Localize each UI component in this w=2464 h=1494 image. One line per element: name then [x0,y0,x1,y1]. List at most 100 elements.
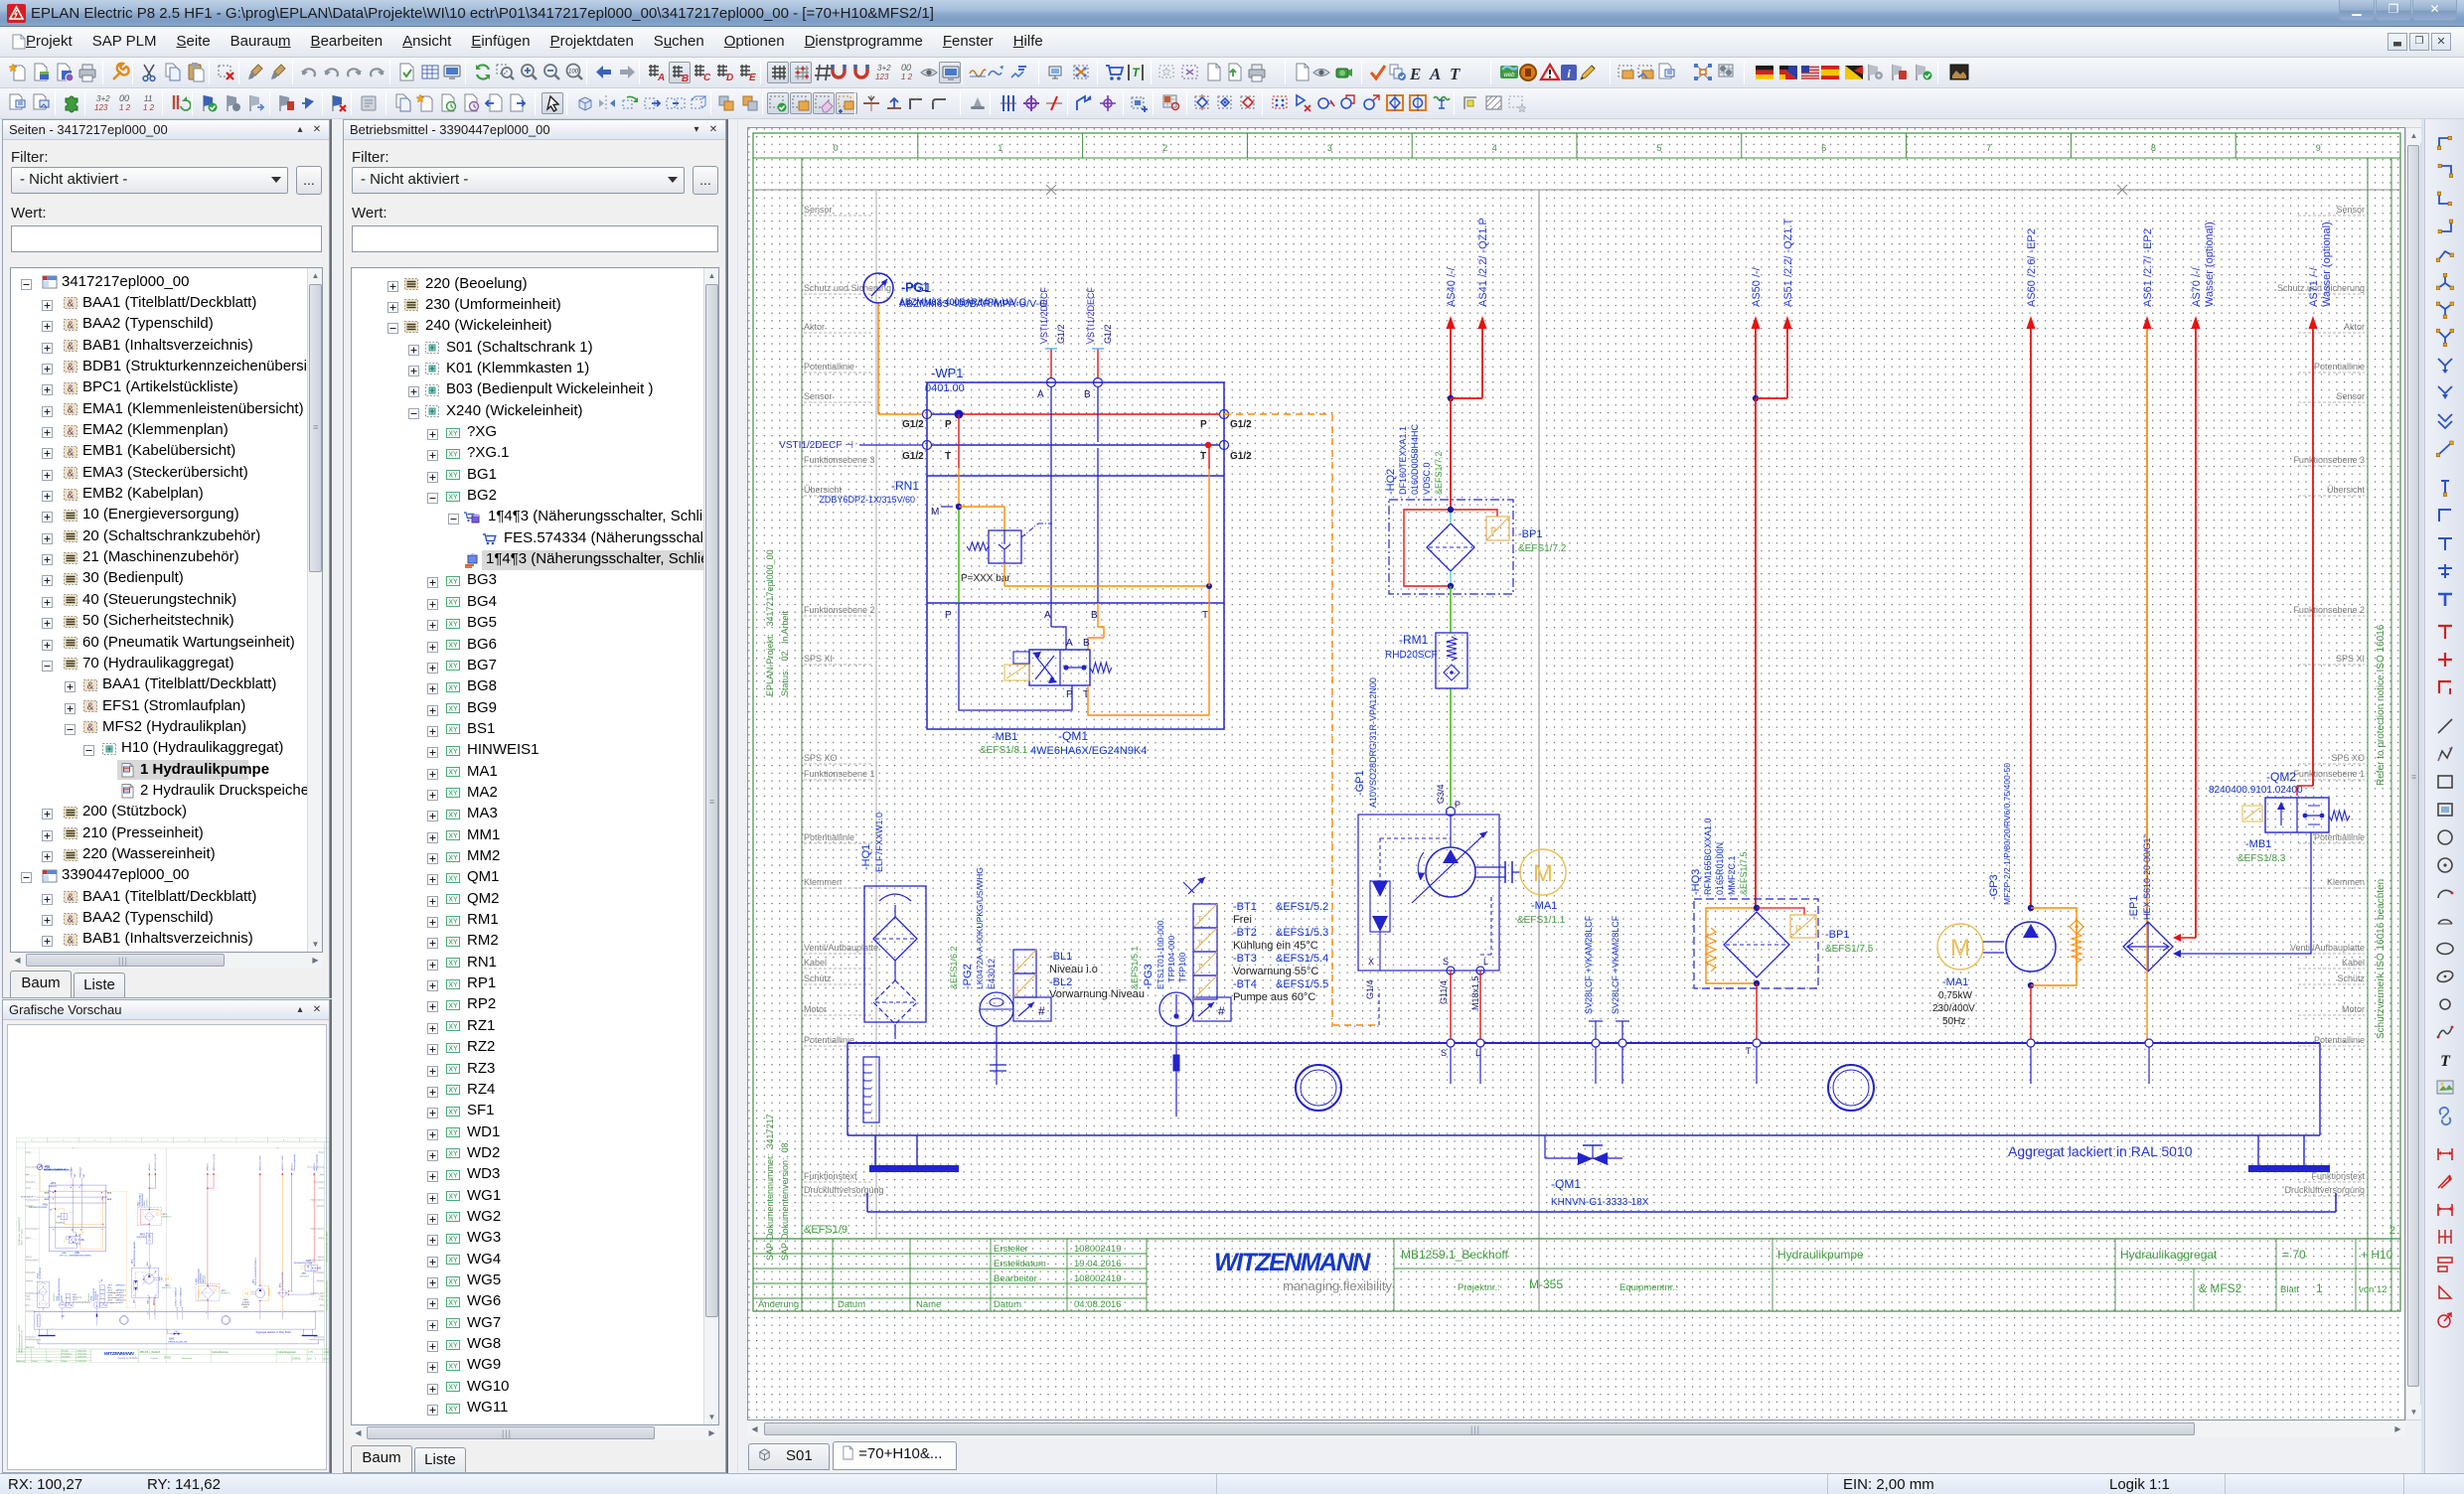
svg-text:-MB1: -MB1 [992,731,1017,743]
svg-text:XY: XY [448,1215,458,1222]
svg-text:P: P [1455,800,1461,810]
svg-text:9: 9 [2316,143,2321,153]
svg-text:&EFS1/7.2: &EFS1/7.2 [1434,451,1444,495]
svg-text:SV28LCF +VKAM28LCF: SV28LCF +VKAM28LCF [1584,915,1594,1014]
svg-text:108002419: 108002419 [1074,1273,1122,1284]
svg-text:&: & [87,702,94,713]
svg-text:XY: XY [448,1236,458,1243]
svg-text:M: M [1533,860,1553,887]
svg-text:Kühlung ein 45°C: Kühlung ein 45°C [1233,940,1318,952]
svg-text:XY: XY [448,854,458,861]
svg-text:M-355: M-355 [1529,1277,1563,1291]
svg-text:AS50 /-/: AS50 /-/ [1751,266,1763,307]
svg-text:XY: XY [448,1385,458,1392]
svg-text:HEX.S610-20-00/G1": HEX.S610-20-00/G1" [2142,834,2152,920]
svg-text:G11/4: G11/4 [1439,980,1449,1004]
svg-text:11: 11 [144,94,152,103]
svg-text:L: L [1016,961,1021,970]
svg-text:RHD20SCF: RHD20SCF [1385,650,1438,661]
svg-text:XY: XY [448,1002,458,1009]
svg-text:P: P [1200,419,1207,430]
svg-text:Änderung: Änderung [758,1299,799,1310]
svg-text:A10VSO28DRG/31R-VPA12N00: A10VSO28DRG/31R-VPA12N00 [1368,677,1378,808]
svg-text:VSTI1/2DECF: VSTI1/2DECF [1039,286,1049,344]
svg-text:Funktionsebene 2: Funktionsebene 2 [2293,605,2365,615]
svg-text:XY: XY [448,684,458,691]
svg-text:Ersteller: Ersteller [994,1244,1028,1255]
svg-text:8240400.9101.02400: 8240400.9101.02400 [2209,785,2303,796]
svg-text:#: # [1218,1004,1225,1018]
svg-text:230/400V: 230/400V [1932,1003,1975,1014]
svg-text:XY: XY [448,1363,458,1370]
svg-text:Potentiallinie: Potentiallinie [2314,1035,2365,1045]
svg-text:Bearbeiter: Bearbeiter [994,1273,1037,1284]
svg-text:Potentiallinie: Potentiallinie [804,832,854,842]
svg-text:Aktor: Aktor [804,322,825,332]
svg-text:T: T [1200,451,1206,462]
svg-text:Pumpe aus 60°C: Pumpe aus 60°C [1233,991,1315,1003]
svg-text:MB1259.1_Beckhoff: MB1259.1_Beckhoff [1401,1248,1509,1262]
svg-text:&EFS1/5.4: &EFS1/5.4 [1276,953,1328,965]
svg-text:XY: XY [448,918,458,925]
svg-text:AS40 /-/: AS40 /-/ [1446,266,1458,307]
svg-text:SV28LCF +VKAM28LCF: SV28LCF +VKAM28LCF [1611,915,1620,1014]
svg-text:&EFS1/8.3: &EFS1/8.3 [2237,853,2286,864]
svg-text:&: & [68,383,75,394]
svg-text:-HQ2: -HQ2 [1385,469,1397,495]
svg-text:Funktionstext: Funktionstext [804,1171,857,1181]
svg-text:Funktionsebene 3: Funktionsebene 3 [804,455,875,465]
svg-text:&EFS1/7.5: &EFS1/7.5 [1739,851,1749,895]
svg-text:G3/4: G3/4 [1436,784,1446,804]
svg-text:XY: XY [448,981,458,988]
svg-text:108002419: 108002419 [1074,1244,1122,1255]
svg-text:1: 1 [2316,1281,2323,1295]
svg-text:T: T [1197,986,1202,995]
svg-text:-PG2: -PG2 [962,964,974,989]
svg-text:G1/2: G1/2 [1056,324,1066,344]
svg-text:T: T [1197,915,1202,924]
svg-text:&: & [68,405,75,416]
svg-text:DF160TEXXA1.1: DF160TEXXA1.1 [1398,426,1408,495]
svg-text:XY: XY [448,1088,458,1095]
svg-text:5: 5 [1656,143,1661,153]
svg-text:G1/2: G1/2 [1230,451,1252,462]
svg-text:&: & [68,363,75,374]
svg-text:A: A [1037,389,1044,400]
svg-text:Name: Name [916,1299,941,1310]
svg-text:3+2: 3+2 [96,94,110,103]
svg-text:ABZMM63-400BAR/MPA-U/V-G: ABZMM63-400BAR/MPA-U/V-G [899,297,1026,307]
svg-text:#: # [1038,1004,1045,1018]
svg-text:-BP1: -BP1 [1825,929,1849,941]
svg-text:04.08.2016: 04.08.2016 [1074,1299,1122,1310]
svg-text:B: B [1091,610,1098,621]
svg-text:Funktionsebene 1: Funktionsebene 1 [804,769,875,779]
svg-text:123: 123 [875,73,889,81]
svg-text:XY: XY [448,875,458,882]
svg-text:A: A [1429,65,1441,83]
svg-text:P=XXX bar: P=XXX bar [961,573,1010,584]
svg-text:-HQ1: -HQ1 [860,844,872,870]
svg-text:SPS XO: SPS XO [804,753,838,763]
svg-text:Klemmen: Klemmen [804,877,842,887]
svg-text:M: M [1950,935,1970,962]
svg-text:&: & [87,680,94,691]
svg-text:Druckluftversorgung: Druckluftversorgung [804,1185,884,1195]
svg-text:Wasser (optional): Wasser (optional) [2321,222,2333,307]
svg-text:XY: XY [448,643,458,650]
svg-text:2: 2 [2389,1225,2395,1237]
svg-text:Potentiallinie: Potentiallinie [804,362,854,372]
svg-text:8: 8 [2151,143,2156,153]
svg-text:Funktionsebene 1: Funktionsebene 1 [2293,769,2365,779]
svg-text:1: 1 [998,143,1002,153]
svg-text:&EFS1/9: &EFS1/9 [804,1224,847,1236]
svg-text:P: P [945,419,952,430]
svg-text:Klemmen: Klemmen [2327,877,2365,887]
svg-text:-RM1: -RM1 [1399,633,1429,647]
svg-text:0,75kW: 0,75kW [1938,990,1972,1001]
svg-text:-BT4: -BT4 [1233,978,1257,990]
svg-text:XY: XY [448,578,458,585]
svg-text:-BL1: -BL1 [1049,951,1072,963]
svg-text:M18x1,5: M18x1,5 [1470,975,1480,1010]
svg-text:-GP3: -GP3 [1988,874,2000,900]
svg-text:4: 4 [1492,143,1497,153]
